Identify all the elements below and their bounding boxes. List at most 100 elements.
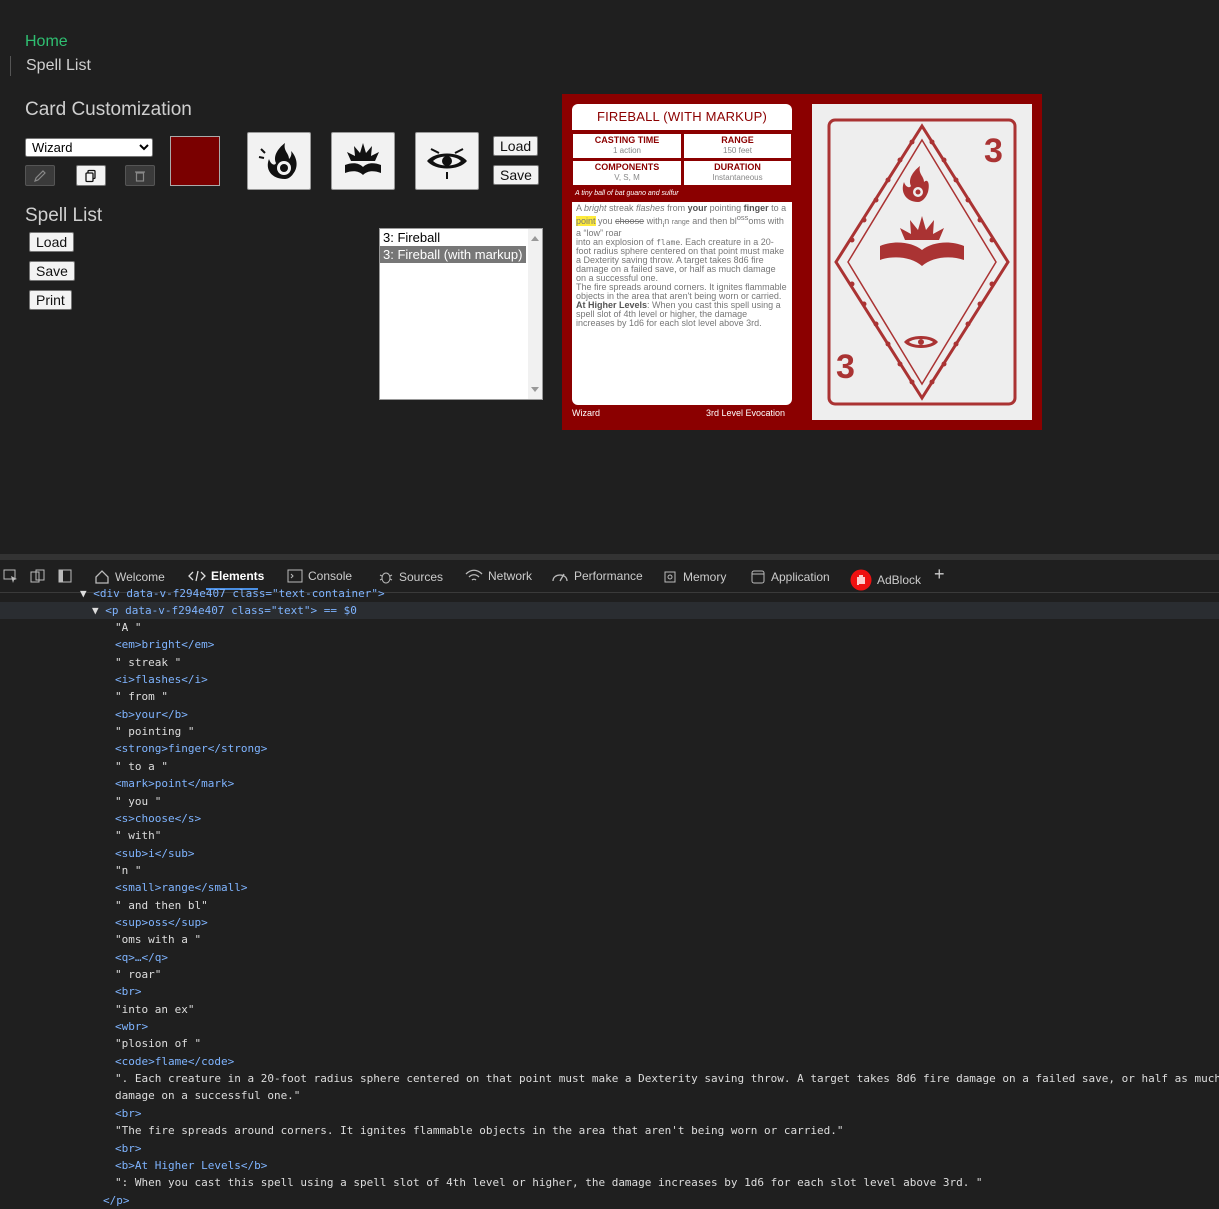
book-burst-icon	[345, 143, 381, 175]
card-customization-title: Card Customization	[25, 99, 192, 120]
device-toolbar-icon[interactable]	[30, 569, 45, 583]
icon-select-eye[interactable]	[415, 132, 479, 190]
eye-icon	[427, 148, 467, 179]
class-select[interactable]: Wizard	[25, 138, 153, 157]
console-icon	[287, 569, 303, 583]
dom-line[interactable]: <b>your</b>	[115, 706, 188, 723]
card-footer-class: Wizard	[572, 408, 601, 418]
window-icon	[751, 570, 765, 584]
dom-line[interactable]: <sup>oss</sup>	[115, 914, 208, 931]
copy-class-button[interactable]	[76, 165, 106, 186]
range-cell: RANGE 150 feet	[684, 134, 791, 158]
dom-line[interactable]: ": When you cast this spell using a spel…	[115, 1174, 983, 1191]
nav-divider	[10, 56, 11, 76]
trash-icon	[135, 170, 145, 182]
dom-line[interactable]: "n "	[115, 862, 142, 879]
copy-icon	[85, 169, 96, 182]
dom-line[interactable]: damage on a successful one."	[115, 1087, 300, 1104]
dom-line[interactable]: "plosion of "	[115, 1035, 201, 1052]
nav-home-link[interactable]: Home	[25, 33, 68, 51]
load-customization-button[interactable]: Load	[493, 136, 539, 156]
dom-line[interactable]: </p>	[103, 1192, 130, 1209]
load-spell-list-button[interactable]: Load	[29, 232, 75, 252]
dom-line[interactable]: <br>	[115, 983, 142, 1000]
card-back-level-top: 3	[984, 132, 1003, 170]
inspect-icon[interactable]	[3, 569, 18, 583]
pencil-icon	[34, 169, 46, 182]
dom-line[interactable]: " pointing "	[115, 723, 194, 740]
tab-sources[interactable]: Sources	[378, 569, 443, 585]
components-cell: COMPONENTS V, S, M	[573, 161, 681, 185]
dom-line[interactable]: " from "	[115, 688, 168, 705]
tab-network[interactable]: Network	[465, 569, 532, 583]
duration-cell: DURATION Instantaneous	[684, 161, 791, 185]
card-title: FIREBALL (WITH MARKUP)	[572, 104, 792, 130]
home-icon	[95, 570, 109, 584]
add-tab-icon[interactable]: +	[934, 564, 945, 585]
tab-adblock[interactable]: AdBlock	[850, 569, 921, 591]
dom-line[interactable]: <br>	[115, 1140, 142, 1157]
icon-select-fire[interactable]	[247, 132, 311, 190]
dom-line[interactable]: ". Each creature in a 20-foot radius sph…	[115, 1070, 1219, 1087]
chip-icon	[664, 571, 676, 583]
delete-class-button[interactable]	[125, 165, 155, 186]
dom-line[interactable]: " you "	[115, 793, 161, 810]
material-component: A tiny ball of bat guano and sulfur	[575, 190, 679, 197]
save-customization-button[interactable]: Save	[493, 165, 539, 185]
icon-select-book[interactable]	[331, 132, 395, 190]
dom-line[interactable]: <mark>point</mark>	[115, 775, 234, 792]
card-color-picker[interactable]	[170, 136, 220, 186]
tab-performance[interactable]: Performance	[551, 569, 643, 583]
code-icon	[188, 570, 206, 582]
tab-application[interactable]: Application	[750, 569, 830, 585]
adblock-hand-icon	[850, 569, 872, 591]
scroll-up-icon	[531, 236, 539, 241]
dom-line-p[interactable]: ▼ <p data-v-f294e407 class="text"> == $0	[92, 604, 357, 617]
dom-line[interactable]: <q>…</q>	[115, 949, 168, 966]
dom-line[interactable]: <b>At Higher Levels</b>	[115, 1157, 267, 1174]
dom-line[interactable]: " with"	[115, 827, 161, 844]
dom-line[interactable]: <wbr>	[115, 1018, 148, 1035]
tab-elements[interactable]: Elements	[188, 569, 264, 583]
dom-line[interactable]: "oms with a "	[115, 931, 201, 948]
dom-line[interactable]: "A "	[115, 619, 142, 636]
spell-listbox[interactable]: 3: Fireball 3: Fireball (with markup)	[379, 228, 543, 400]
dom-line-container[interactable]: ▼ <div data-v-f294e407 class="text-conta…	[80, 587, 385, 601]
dom-line[interactable]: " and then bl"	[115, 897, 208, 914]
listbox-scrollbar[interactable]	[528, 229, 542, 399]
spell-list-item[interactable]: 3: Fireball	[380, 229, 542, 246]
casting-time-cell: CASTING TIME 1 action	[573, 134, 681, 158]
dock-icon[interactable]	[58, 569, 73, 583]
dom-line[interactable]: " to a "	[115, 758, 168, 775]
card-back-level-bottom: 3	[836, 348, 855, 386]
spell-list-item-selected[interactable]: 3: Fireball (with markup)	[380, 246, 526, 263]
dom-line[interactable]: " roar"	[115, 966, 161, 983]
save-spell-list-button[interactable]: Save	[29, 261, 75, 281]
dom-line[interactable]: "into an ex"	[115, 1001, 194, 1018]
dom-line[interactable]: <sub>i</sub>	[115, 845, 194, 862]
dom-line[interactable]: " streak "	[115, 654, 181, 671]
dom-line[interactable]: "The fire spreads around corners. It ign…	[115, 1122, 843, 1139]
tab-welcome[interactable]: Welcome	[94, 569, 165, 585]
dom-line[interactable]: <i>flashes</i>	[115, 671, 208, 688]
dom-line[interactable]: <code>flame</code>	[115, 1053, 234, 1070]
card-footer-level: 3rd Level Evocation	[706, 408, 786, 418]
scroll-down-icon	[531, 387, 539, 392]
bug-icon	[379, 572, 393, 584]
tab-memory[interactable]: Memory	[662, 569, 726, 585]
wifi-icon	[465, 569, 483, 581]
fire-spell-icon	[258, 143, 297, 179]
nav-spell-list-link[interactable]: Spell List	[26, 57, 91, 75]
dom-line[interactable]: <em>bright</em>	[115, 636, 214, 653]
dom-line[interactable]: <br>	[115, 1105, 142, 1122]
gauge-icon	[552, 573, 568, 582]
dom-line[interactable]: <strong>finger</strong>	[115, 740, 267, 757]
tab-console[interactable]: Console	[287, 569, 352, 583]
edit-class-button[interactable]	[25, 165, 55, 186]
print-button[interactable]: Print	[29, 290, 72, 310]
dom-line[interactable]: <small>range</small>	[115, 879, 247, 896]
spell-list-title: Spell List	[25, 205, 103, 226]
card-description: A bright streak flashes from your pointi…	[572, 202, 792, 405]
dom-line[interactable]: <s>choose</s>	[115, 810, 201, 827]
card-back: 3 3	[812, 104, 1032, 420]
